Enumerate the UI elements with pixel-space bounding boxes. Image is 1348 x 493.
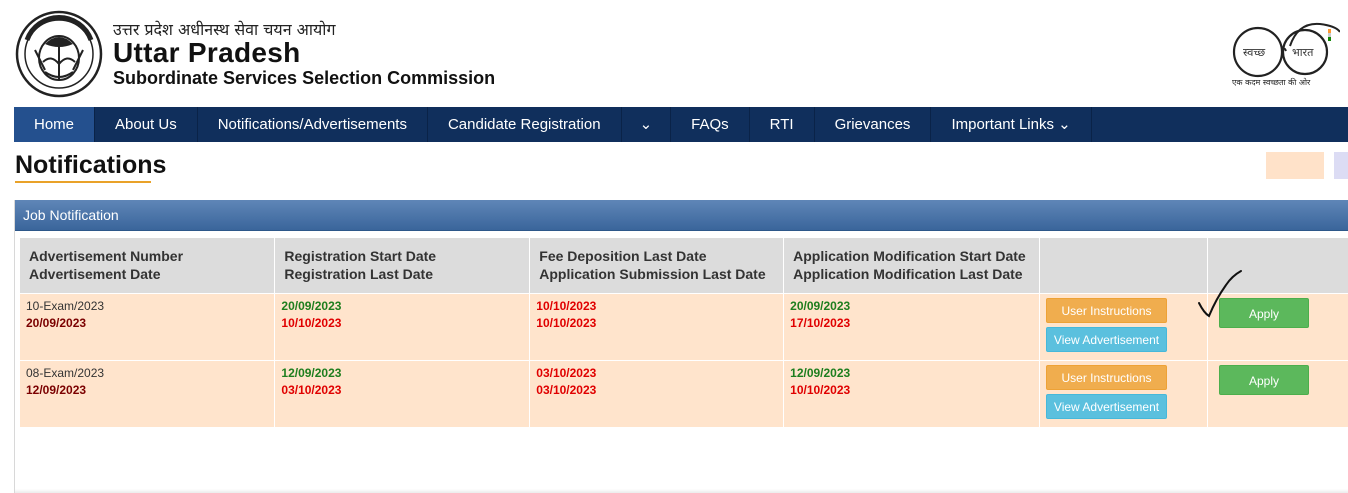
adv-number: 10-Exam/2023 [26,298,105,313]
panel-title: Job Notification [15,200,1348,231]
mod-last-date: 17/10/2023 [790,315,851,330]
col-header-line2: Application Modification Last Date [793,266,1023,283]
cell-fee: 10/10/2023 10/10/2023 [529,293,785,361]
fee-last-date: 10/10/2023 [536,298,597,313]
view-advertisement-button[interactable]: View Advertisement [1046,393,1168,419]
nav-faqs[interactable]: FAQs [671,107,750,142]
col-header-registration: Registration Start Date Registration Las… [274,238,531,294]
site-subtitle: Subordinate Services Selection Commissio… [113,68,496,88]
up-emblem-logo [15,10,103,98]
adv-number: 08-Exam/2023 [26,365,105,380]
reg-start-date: 20/09/2023 [281,298,342,313]
cell-advertisement: 08-Exam/2023 12/09/2023 [20,360,276,428]
col-header-line1: Advertisement Number [29,248,184,265]
col-header-line1: Registration Start Date [284,248,437,265]
swachh-left-text: स्वच्छ [1243,46,1265,59]
reg-last-date: 03/10/2023 [281,382,342,397]
cell-apply: Apply [1207,360,1348,428]
col-header-line2: Registration Last Date [284,266,433,283]
mod-last-date: 10/10/2023 [790,382,851,397]
col-header-line1: Fee Deposition Last Date [539,248,707,265]
nav-dropdown-toggle[interactable]: ⌄ [622,107,672,142]
cell-actions: User Instructions View Advertisement [1039,360,1208,428]
nav-about-us[interactable]: About Us [95,107,198,142]
title-underline [15,181,151,183]
job-notification-panel: Job Notification Advertisement Number Ad… [14,200,1348,493]
cell-registration: 20/09/2023 10/10/2023 [274,293,531,361]
col-header-line2: Application Submission Last Date [539,266,766,283]
col-header-modification: Application Modification Start Date Appl… [783,238,1041,294]
reg-start-date: 12/09/2023 [281,365,342,380]
legend-swatch-peach [1266,152,1324,179]
site-header: उत्तर प्रदेश अधीनस्थ सेवा चयन आयोग Uttar… [0,0,1348,107]
cell-registration: 12/09/2023 03/10/2023 [274,360,531,428]
table-row: 08-Exam/2023 12/09/2023 12/09/2023 03/10… [20,360,1348,428]
site-title: Uttar Pradesh [113,37,301,68]
col-header-advertisement: Advertisement Number Advertisement Date [20,238,276,294]
table-row: 10-Exam/2023 20/09/2023 20/09/2023 10/10… [20,293,1348,361]
user-instructions-button[interactable]: User Instructions [1046,297,1168,323]
col-header-line2: Advertisement Date [29,266,161,283]
cell-modification: 12/09/2023 10/10/2023 [783,360,1041,428]
mod-start-date: 20/09/2023 [790,298,851,313]
col-header-fee: Fee Deposition Last Date Application Sub… [529,238,785,294]
table-header-row: Advertisement Number Advertisement Date … [20,238,1348,294]
nav-notifications[interactable]: Notifications/Advertisements [198,107,428,142]
adv-date: 20/09/2023 [26,315,87,330]
cell-modification: 20/09/2023 17/10/2023 [783,293,1041,361]
col-header-actions [1039,238,1208,294]
swachh-right-text: भारत [1292,46,1314,59]
user-instructions-button[interactable]: User Instructions [1046,364,1168,390]
cell-fee: 03/10/2023 03/10/2023 [529,360,785,428]
notifications-table: Advertisement Number Advertisement Date … [20,238,1348,428]
nav-candidate-registration[interactable]: Candidate Registration [428,107,622,142]
reg-last-date: 10/10/2023 [281,315,342,330]
panel-bottom-shadow [15,489,1348,493]
cell-actions: User Instructions View Advertisement [1039,293,1208,361]
nav-home[interactable]: Home [14,107,96,142]
col-header-line1: Application Modification Start Date [793,248,1026,265]
mod-start-date: 12/09/2023 [790,365,851,380]
view-advertisement-button[interactable]: View Advertisement [1046,326,1168,352]
nav-important-links[interactable]: Important Links ⌄ [931,107,1092,142]
legend-swatch-lavender [1334,152,1348,179]
submission-last-date: 03/10/2023 [536,382,597,397]
adv-date: 12/09/2023 [26,382,87,397]
main-nav: Home About Us Notifications/Advertisemen… [14,107,1348,142]
apply-button[interactable]: Apply [1218,364,1309,395]
fee-last-date: 03/10/2023 [536,365,597,380]
handdrawn-check-icon [1198,270,1242,318]
page-title: Notifications [15,151,167,179]
submission-last-date: 10/10/2023 [536,315,597,330]
cell-advertisement: 10-Exam/2023 20/09/2023 [20,293,276,361]
nav-grievances[interactable]: Grievances [815,107,932,142]
nav-rti[interactable]: RTI [750,107,815,142]
swachh-tagline: एक कदम स्वच्छता की ओर [1232,78,1311,87]
